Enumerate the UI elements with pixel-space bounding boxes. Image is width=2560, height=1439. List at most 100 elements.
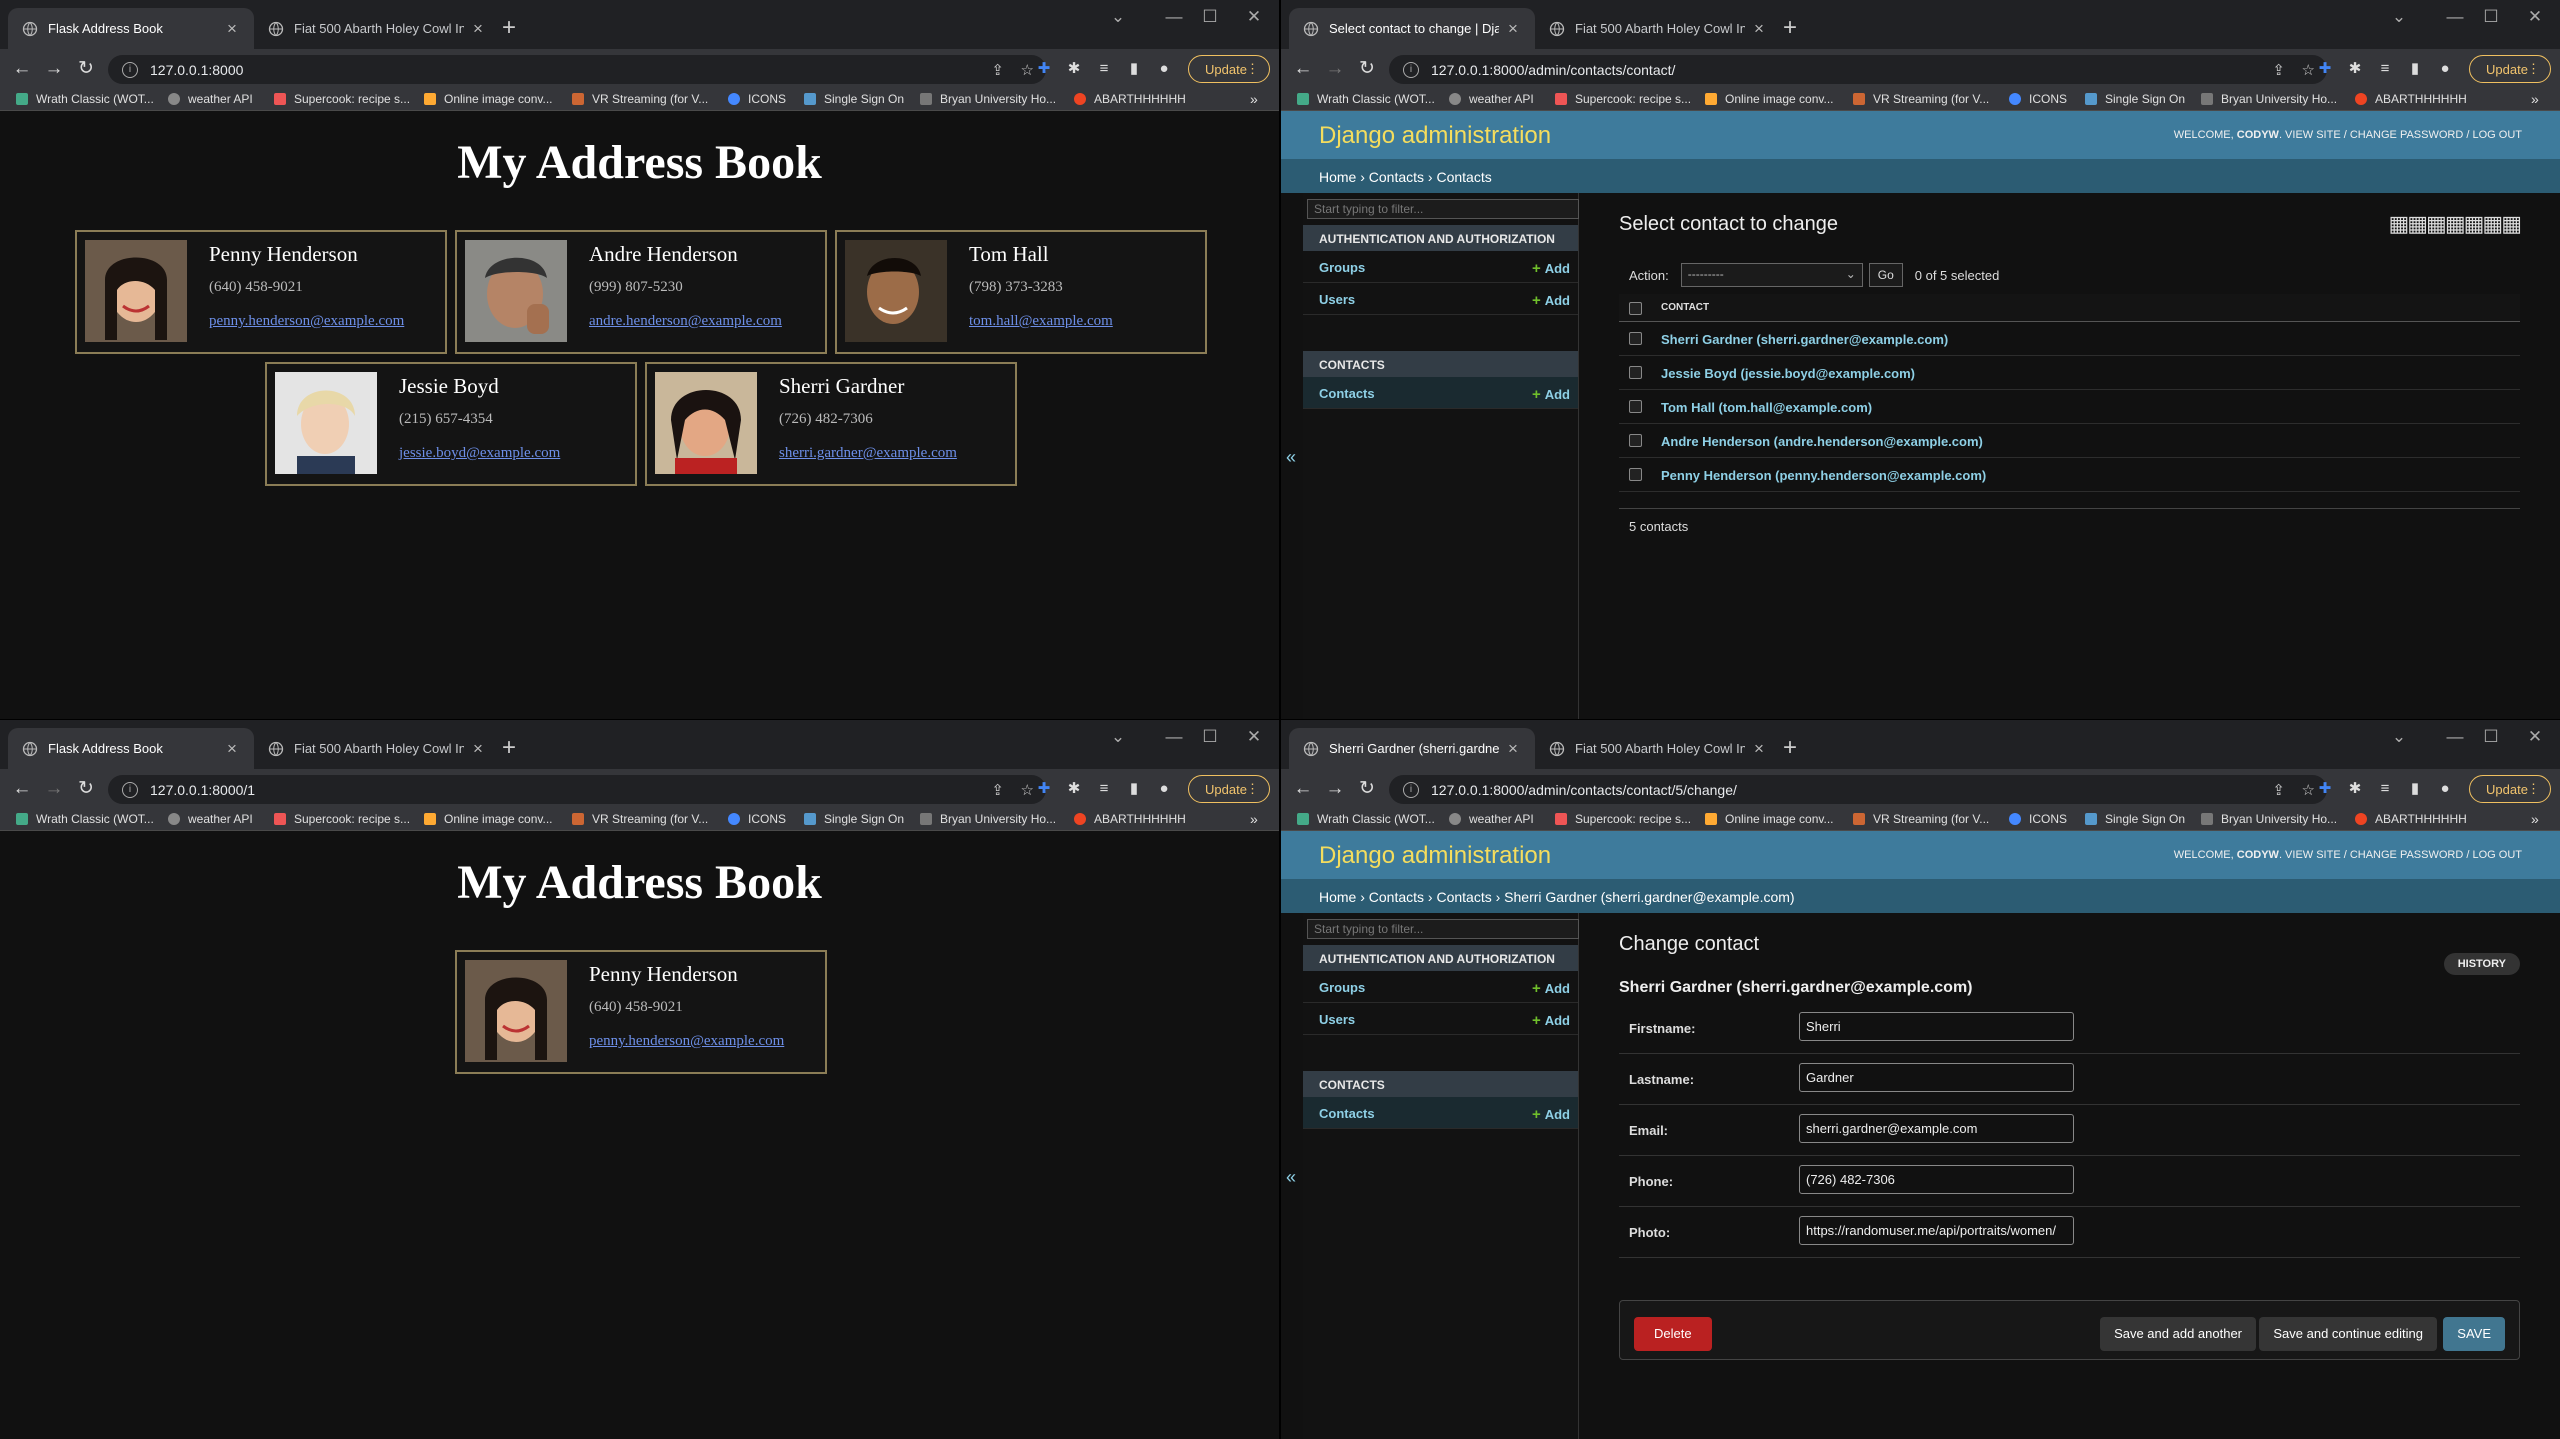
bookmark-item[interactable]: ICONS [728,812,786,826]
user-links[interactable]: . VIEW SITE / CHANGE PASSWORD / LOG OUT [2279,129,2522,141]
bookmark-item[interactable]: Supercook: recipe s... [1555,812,1691,826]
select-all-checkbox[interactable] [1629,302,1642,315]
bookmark-item[interactable]: VR Streaming (for V... [1853,92,1989,106]
share-icon[interactable]: ⇪ [991,61,1004,79]
row-link[interactable]: Penny Henderson (penny.henderson@example… [1661,468,1986,483]
row-checkbox[interactable] [1629,366,1642,379]
sidebar-item-groups[interactable]: Groups Add [1303,251,1578,283]
breadcrumb[interactable]: Home › Contacts › Contacts › Sherri Gard… [1281,879,2560,913]
reload-icon[interactable]: ↻ [1355,57,1379,81]
bookmark-item[interactable]: ABARTHHHHHH [1074,92,1186,106]
extension-icon[interactable]: ✚ [2315,779,2335,799]
contact-email-link[interactable]: sherri.gardner@example.com [779,445,957,462]
side-panel-icon[interactable]: ▮ [2405,59,2425,79]
save-and-add-another-button[interactable]: Save and add another [2100,1317,2256,1351]
tab-search-icon[interactable]: ⌄ [1090,720,1146,754]
back-icon[interactable]: ← [10,57,34,81]
forward-icon[interactable]: → [42,777,66,801]
bookmark-item[interactable]: VR Streaming (for V... [572,92,708,106]
sidebar-item-contacts[interactable]: Contacts Add [1303,377,1578,409]
update-button[interactable]: Update ⋮ [1188,55,1270,83]
close-tab-icon[interactable]: × [1505,739,1521,759]
star-icon[interactable]: ☆ [1021,781,1034,799]
close-tab-icon[interactable]: × [1751,739,1767,759]
bookmark-item[interactable]: Wrath Classic (WOT... [16,92,154,106]
add-groups-link[interactable]: Add [1532,980,1570,997]
address-bar[interactable]: i 127.0.0.1:8000 ⇪ ☆ [108,55,1046,84]
tab-flask-address-book[interactable]: Flask Address Book × [8,8,254,49]
bookmark-item[interactable]: Bryan University Ho... [2201,92,2337,106]
bookmark-item[interactable]: Wrath Classic (WOT... [1297,812,1435,826]
bookmark-item[interactable]: Single Sign On [804,812,904,826]
bookmark-item[interactable]: Wrath Classic (WOT... [16,812,154,826]
close-tab-icon[interactable]: × [224,739,240,759]
collapse-sidebar-icon[interactable]: « [1286,447,1296,468]
add-users-link[interactable]: Add [1532,292,1570,309]
tab-django-contact-list[interactable]: Select contact to change | Djang × [1289,8,1535,49]
bookmark-item[interactable]: Online image conv... [1705,812,1834,826]
close-tab-icon[interactable]: × [224,19,240,39]
profile-avatar-icon[interactable]: ● [2435,779,2455,799]
tab-fiat-abarth[interactable]: Fiat 500 Abarth Holey Cowl Intak × [254,8,500,49]
close-window-icon[interactable]: ✕ [2507,720,2560,754]
bookmark-item[interactable]: Supercook: recipe s... [1555,92,1691,106]
share-icon[interactable]: ⇪ [2272,61,2285,79]
bookmark-item[interactable]: Supercook: recipe s... [274,92,410,106]
add-groups-link[interactable]: Add [1532,260,1570,277]
user-links[interactable]: . VIEW SITE / CHANGE PASSWORD / LOG OUT [2279,849,2522,861]
row-link[interactable]: Jessie Boyd (jessie.boyd@example.com) [1661,366,1915,381]
site-brand[interactable]: Django administration [1319,122,1551,150]
star-icon[interactable]: ☆ [2302,61,2315,79]
close-window-icon[interactable]: ✕ [1226,0,1279,34]
puzzle-icon[interactable]: ✱ [1064,779,1084,799]
add-users-link[interactable]: Add [1532,1012,1570,1029]
bookmark-item[interactable]: ABARTHHHHHH [1074,812,1186,826]
side-panel-icon[interactable]: ▮ [1124,779,1144,799]
add-contacts-link[interactable]: Add [1532,1106,1570,1123]
bookmark-item[interactable]: ICONS [728,92,786,106]
bookmark-item[interactable]: ICONS [2009,812,2067,826]
row-checkbox[interactable] [1629,468,1642,481]
tab-search-icon[interactable]: ⌄ [2371,0,2427,34]
reading-list-icon[interactable]: ≡ [2375,779,2395,799]
bookmark-item[interactable]: ABARTHHHHHH [2355,812,2467,826]
puzzle-icon[interactable]: ✱ [2345,779,2365,799]
share-icon[interactable]: ⇪ [991,781,1004,799]
reading-list-icon[interactable]: ≡ [2375,59,2395,79]
sidebar-item-contacts[interactable]: Contacts Add [1303,1097,1578,1129]
reading-list-icon[interactable]: ≡ [1094,59,1114,79]
profile-avatar-icon[interactable]: ● [1154,59,1174,79]
reload-icon[interactable]: ↻ [74,57,98,81]
nav-filter-input[interactable]: Start typing to filter... [1307,199,1579,219]
address-bar[interactable]: i 127.0.0.1:8000/admin/contacts/contact/… [1389,55,2327,84]
new-tab-button[interactable]: + [1783,14,1797,42]
back-icon[interactable]: ← [10,777,34,801]
row-link[interactable]: Sherri Gardner (sherri.gardner@example.c… [1661,332,1948,347]
bookmark-item[interactable]: weather API [168,92,253,106]
extension-icon[interactable]: ✚ [2315,59,2335,79]
tab-search-icon[interactable]: ⌄ [2371,720,2427,754]
email-field[interactable]: sherri.gardner@example.com [1799,1114,2074,1143]
row-link[interactable]: Tom Hall (tom.hall@example.com) [1661,400,1872,415]
tab-search-icon[interactable]: ⌄ [1090,0,1146,34]
address-bar[interactable]: i 127.0.0.1:8000/1 ⇪ ☆ [108,775,1046,804]
bookmark-item[interactable]: ICONS [2009,92,2067,106]
row-checkbox[interactable] [1629,400,1642,413]
update-button[interactable]: Update ⋮ [2469,775,2551,803]
save-button[interactable]: SAVE [2443,1317,2505,1351]
bookmark-item[interactable]: Single Sign On [804,92,904,106]
side-panel-icon[interactable]: ▮ [1124,59,1144,79]
back-icon[interactable]: ← [1291,777,1315,801]
tab-flask-address-book[interactable]: Flask Address Book × [8,728,254,769]
star-icon[interactable]: ☆ [1021,61,1034,79]
close-tab-icon[interactable]: × [470,19,486,39]
bookmark-item[interactable]: weather API [1449,92,1534,106]
photo-field[interactable]: https://randomuser.me/api/portraits/wome… [1799,1216,2074,1245]
contact-email-link[interactable]: andre.henderson@example.com [589,313,782,330]
bookmark-item[interactable]: Supercook: recipe s... [274,812,410,826]
sidebar-item-users[interactable]: Users Add [1303,283,1578,315]
close-window-icon[interactable]: ✕ [1226,720,1279,754]
forward-icon[interactable]: → [1323,777,1347,801]
reading-list-icon[interactable]: ≡ [1094,779,1114,799]
new-tab-button[interactable]: + [1783,734,1797,762]
